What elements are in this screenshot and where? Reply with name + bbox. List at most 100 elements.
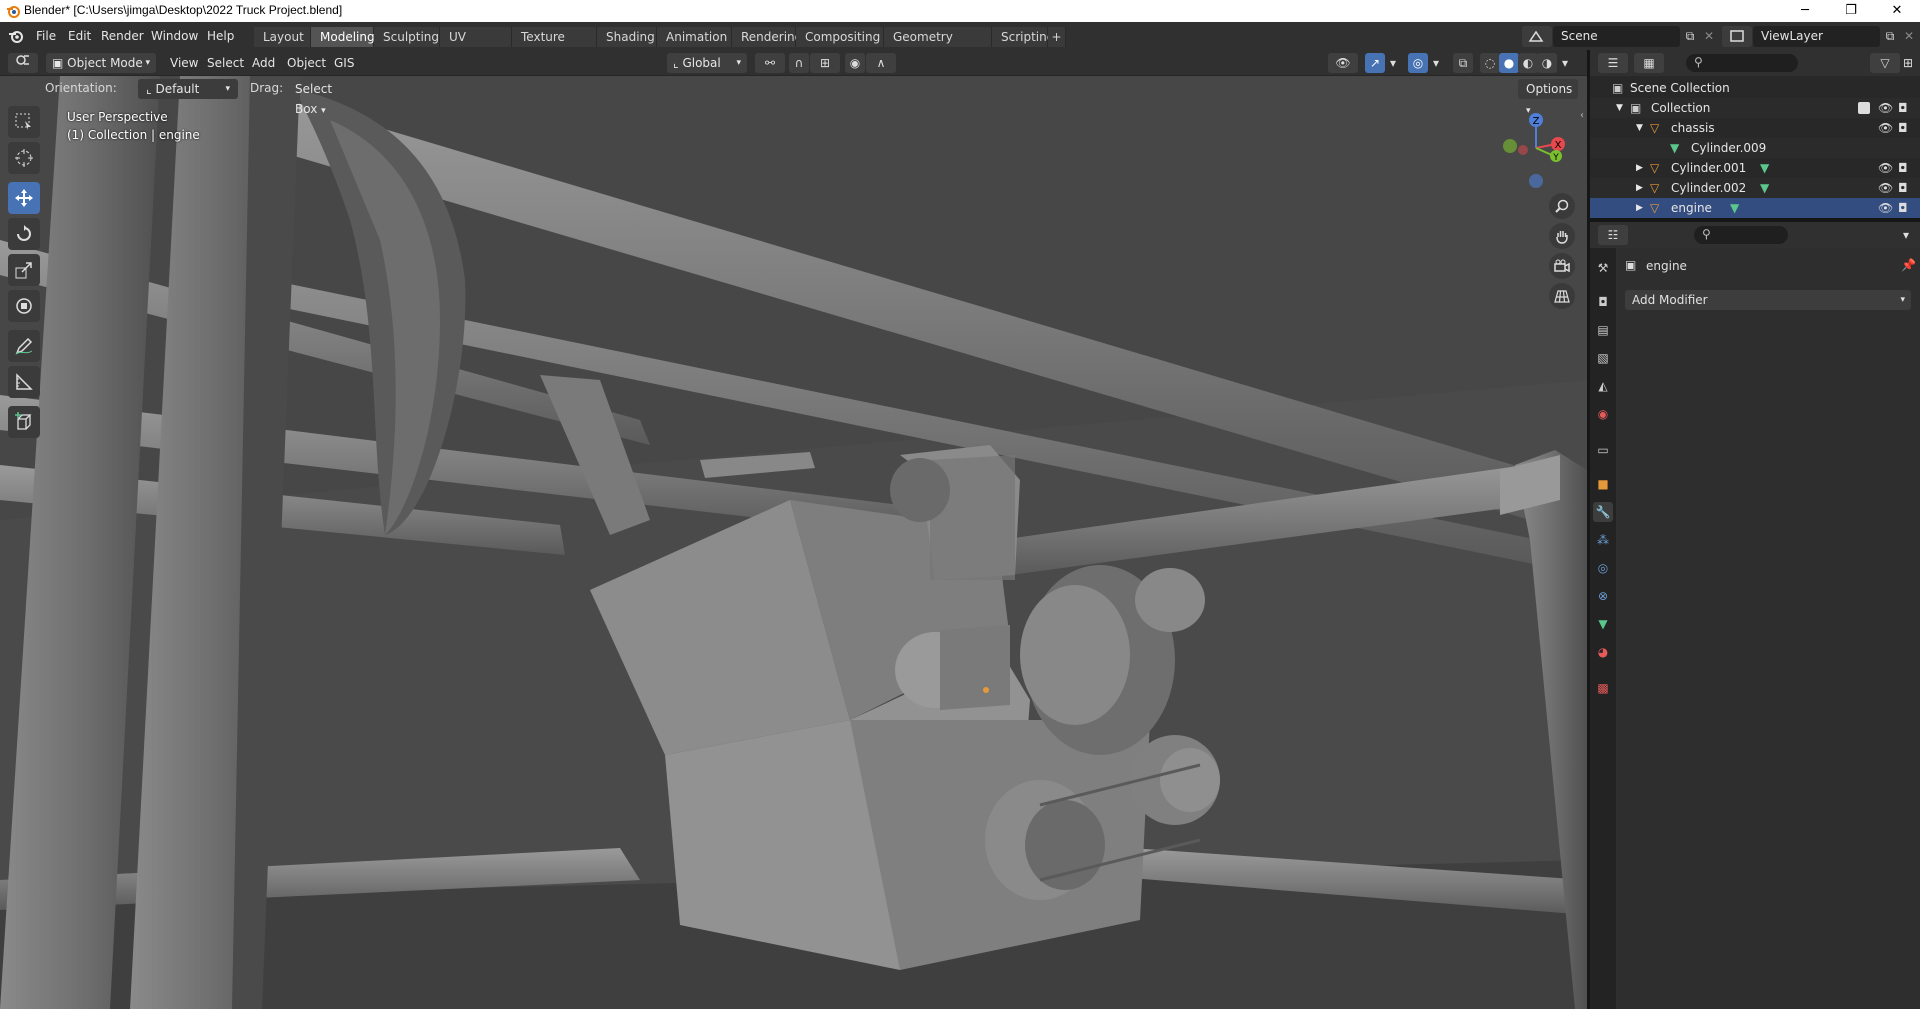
- scale-tool[interactable]: [8, 254, 40, 286]
- menu-select[interactable]: Select: [201, 54, 250, 72]
- outliner-row-cylinder-002[interactable]: ▶ ▽ Cylinder.002 ▼ 👁 ◘: [1590, 178, 1920, 198]
- properties-editor-type-button[interactable]: ☷: [1598, 225, 1628, 245]
- proportional-falloff-button[interactable]: ∧: [866, 53, 896, 73]
- outliner-row-chassis[interactable]: ▼ ▽ chassis 👁 ◘: [1590, 118, 1920, 138]
- eye-icon[interactable]: 👁: [1878, 98, 1893, 118]
- tab-geometry-nodes[interactable]: Geometry Nodes: [884, 27, 992, 64]
- modifier-tab[interactable]: 🔧: [1593, 502, 1613, 522]
- add-workspace-button[interactable]: +: [1048, 27, 1066, 47]
- camera-view-button[interactable]: [1549, 253, 1575, 279]
- visibility-selectability-button[interactable]: 👁: [1328, 53, 1358, 73]
- object-mode-dropdown[interactable]: ▣ Object Mode ▾: [46, 53, 156, 73]
- measure-tool[interactable]: [8, 366, 40, 398]
- tab-rendering[interactable]: Rendering: [732, 27, 802, 47]
- tab-animation[interactable]: Animation: [657, 27, 732, 47]
- tab-texture-paint[interactable]: Texture Paint: [512, 27, 597, 64]
- drag-dropdown[interactable]: Select Box ▾: [287, 79, 365, 116]
- tab-compositing[interactable]: Compositing: [796, 27, 884, 47]
- transform-orientation-dropdown[interactable]: ⌞ Global ▾: [667, 53, 747, 73]
- outliner-editor-type-button[interactable]: ☰: [1598, 53, 1628, 73]
- world-tab[interactable]: ◉: [1593, 404, 1613, 424]
- shading-material-button[interactable]: ◐: [1518, 53, 1538, 73]
- disclosure-triangle-icon[interactable]: ▼: [1636, 118, 1643, 138]
- camera-render-icon[interactable]: ◘: [1898, 158, 1908, 178]
- eye-icon[interactable]: 👁: [1878, 198, 1893, 218]
- properties-search-input[interactable]: ⚲: [1694, 226, 1788, 244]
- rotate-tool[interactable]: [8, 218, 40, 250]
- viewlayer-delete-icon[interactable]: ✕: [1900, 26, 1918, 47]
- zoom-button[interactable]: [1549, 193, 1575, 219]
- overlays-dropdown[interactable]: ▾: [1429, 53, 1443, 73]
- camera-render-icon[interactable]: ◘: [1898, 178, 1908, 198]
- scene-name-field[interactable]: Scene: [1553, 26, 1680, 47]
- tool-tab[interactable]: ⚒: [1593, 258, 1613, 278]
- snap-toggle[interactable]: ∩: [789, 53, 809, 73]
- outliner-row-scene-collection[interactable]: ▣ Scene Collection: [1590, 78, 1920, 98]
- pan-button[interactable]: [1549, 223, 1575, 249]
- gizmo-neg-z-axis[interactable]: [1529, 174, 1543, 188]
- add-cube-tool[interactable]: [8, 406, 40, 438]
- viewlayer-browse-button[interactable]: [1722, 26, 1752, 47]
- properties-options-dropdown[interactable]: ▾: [1896, 225, 1916, 245]
- view-layer-tab[interactable]: ▧: [1593, 348, 1613, 368]
- show-gizmo-toggle[interactable]: ↗: [1365, 53, 1385, 73]
- menu-window[interactable]: Window: [145, 27, 204, 45]
- particles-tab[interactable]: ⁂: [1593, 530, 1613, 550]
- outliner-row-collection[interactable]: ▼ ▣ Collection 👁 ◘: [1590, 98, 1920, 118]
- data-tab[interactable]: ▼: [1593, 614, 1613, 634]
- disclosure-triangle-icon[interactable]: ▶: [1636, 158, 1643, 178]
- tab-modeling[interactable]: Modeling: [311, 27, 375, 47]
- gizmo-neg-x-axis[interactable]: [1518, 145, 1528, 155]
- add-modifier-button[interactable]: Add Modifier ▾: [1625, 290, 1911, 310]
- outliner-search-input[interactable]: ⚲: [1686, 54, 1798, 72]
- menu-gis[interactable]: GIS: [328, 54, 360, 72]
- navigation-gizmo[interactable]: Z X Y: [1496, 108, 1576, 198]
- menu-file[interactable]: File: [30, 27, 62, 45]
- menu-help[interactable]: Help: [201, 27, 240, 45]
- pin-icon[interactable]: 📌: [1901, 258, 1916, 272]
- scene-render[interactable]: [0, 76, 1587, 1009]
- menu-add[interactable]: Add: [246, 54, 281, 72]
- render-tab[interactable]: ◘: [1593, 292, 1613, 312]
- output-tab[interactable]: ▤: [1593, 320, 1613, 340]
- annotate-tool[interactable]: [8, 330, 40, 362]
- physics-tab[interactable]: ◎: [1593, 558, 1613, 578]
- tab-layout[interactable]: Layout: [254, 27, 311, 47]
- xray-toggle[interactable]: ⧉: [1453, 53, 1473, 73]
- menu-render[interactable]: Render: [95, 27, 150, 45]
- display-mode-button[interactable]: ▦: [1634, 53, 1664, 73]
- tab-uv-editing[interactable]: UV Editing: [440, 27, 512, 64]
- options-dropdown[interactable]: Options ▾: [1518, 79, 1578, 116]
- object-tab[interactable]: ■: [1593, 474, 1613, 494]
- scene-delete-icon[interactable]: ✕: [1700, 26, 1718, 47]
- transform-tool[interactable]: [8, 290, 40, 322]
- gizmo-neg-y-axis[interactable]: [1503, 139, 1517, 153]
- scene-browse-button[interactable]: [1522, 26, 1552, 47]
- tab-sculpting[interactable]: Sculpting: [374, 27, 440, 47]
- pivot-point-button[interactable]: ⚯: [755, 53, 785, 73]
- close-button[interactable]: ✕: [1874, 0, 1920, 22]
- disclosure-triangle-icon[interactable]: ▶: [1636, 198, 1643, 218]
- material-tab[interactable]: ◕: [1593, 642, 1613, 662]
- constraints-tab[interactable]: ⊗: [1593, 586, 1613, 606]
- disclosure-triangle-icon[interactable]: ▶: [1636, 178, 1643, 198]
- scene-copy-icon[interactable]: ⧉: [1680, 26, 1700, 47]
- select-box-tool[interactable]: [8, 106, 40, 138]
- tab-scripting[interactable]: Scripting: [992, 27, 1054, 47]
- camera-render-icon[interactable]: ◘: [1898, 198, 1908, 218]
- minimize-button[interactable]: ─: [1782, 0, 1828, 22]
- snap-target-button[interactable]: ⊞: [810, 53, 840, 73]
- exclude-checkbox[interactable]: [1858, 102, 1870, 114]
- outliner-row-engine[interactable]: ▶ ▽ engine ▼ 👁 ◘: [1590, 198, 1920, 218]
- tab-shading[interactable]: Shading: [597, 27, 657, 47]
- gizmo-dropdown[interactable]: ▾: [1386, 53, 1400, 73]
- cursor-tool[interactable]: [8, 142, 40, 174]
- viewlayer-copy-icon[interactable]: ⧉: [1880, 26, 1900, 47]
- proportional-edit-toggle[interactable]: ◉: [845, 53, 865, 73]
- camera-render-icon[interactable]: ◘: [1898, 118, 1908, 138]
- ortho-toggle-button[interactable]: [1549, 283, 1575, 309]
- disclosure-triangle-icon[interactable]: ▼: [1616, 98, 1623, 118]
- outliner-row-cylinder-009[interactable]: ▼ Cylinder.009: [1590, 138, 1920, 158]
- sidebar-toggle-icon[interactable]: ‹: [1580, 110, 1584, 121]
- camera-render-icon[interactable]: ◘: [1898, 98, 1908, 118]
